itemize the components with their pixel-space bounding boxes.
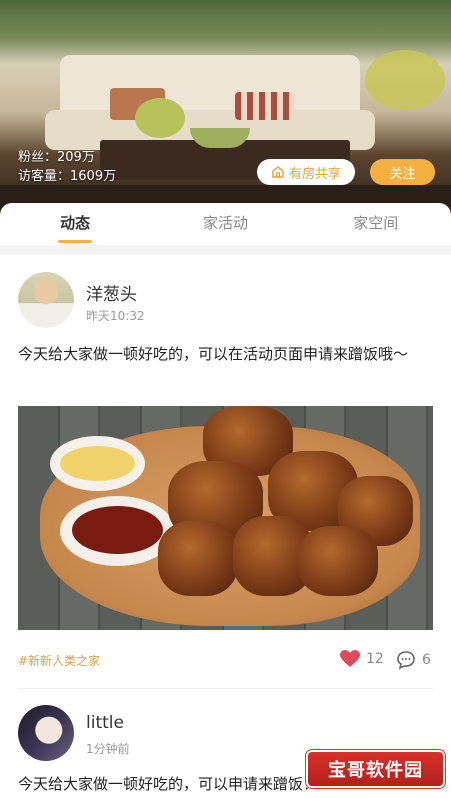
plant-shape — [135, 98, 185, 138]
avatar[interactable] — [18, 705, 74, 761]
tab-dynamics[interactable]: 动态 — [20, 212, 130, 243]
chicken-piece — [158, 521, 238, 596]
post-time: 1分钟前 — [86, 742, 130, 756]
striped-pillow-shape — [235, 92, 295, 120]
house-icon — [272, 166, 284, 178]
chicken-piece — [298, 526, 378, 596]
follow-button[interactable]: 关注 — [370, 159, 435, 185]
share-house-label: 有房共享 — [288, 166, 341, 182]
section-separator — [0, 245, 451, 255]
like-count: 12 — [366, 651, 384, 667]
avatar[interactable] — [18, 272, 74, 328]
profile-stats: 粉丝：209万 访客量：1609万 — [18, 148, 116, 186]
post-footer: #新新人类之家 12 6 — [18, 650, 433, 672]
tab-home-activities[interactable]: 家活动 — [170, 212, 280, 237]
comment-count: 6 — [422, 652, 431, 668]
comment-bubble-icon — [397, 651, 415, 670]
post-username[interactable]: little — [86, 713, 124, 733]
comment-button[interactable]: 6 — [396, 650, 431, 670]
post-divider — [18, 688, 433, 689]
visitor-count: 访客量：1609万 — [18, 169, 117, 184]
watermark-logo: 宝哥软件园 — [308, 752, 443, 786]
post-photo[interactable] — [18, 406, 433, 630]
like-button[interactable]: 12 — [340, 650, 384, 668]
share-house-button[interactable]: 有房共享 — [257, 159, 355, 185]
plant-shape-right — [365, 50, 445, 110]
fans-count: 粉丝：209万 — [18, 150, 95, 165]
tab-bar: 动态 家活动 家空间 — [0, 203, 451, 245]
tab-home-space[interactable]: 家空间 — [321, 212, 431, 237]
post-time: 昨天10:32 — [86, 309, 145, 323]
mayo-cup-shape — [50, 436, 145, 491]
post-username[interactable]: 洋葱头 — [86, 280, 137, 305]
post-tag[interactable]: #新新人类之家 — [18, 652, 100, 669]
heart-icon — [340, 650, 360, 667]
follow-label: 关注 — [389, 166, 416, 182]
post-text: 今天给大家做一顿好吃的，可以在活动页面申请来蹭饭哦～ — [18, 345, 409, 363]
